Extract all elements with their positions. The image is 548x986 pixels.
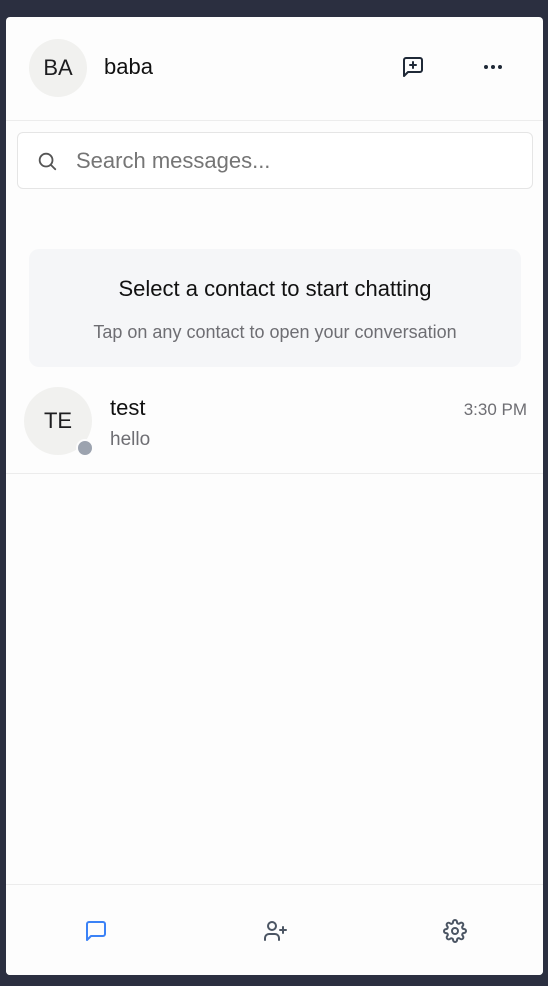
contact-list-item[interactable]: TE test 3:30 PM hello bbox=[6, 377, 543, 474]
search-icon bbox=[38, 152, 57, 171]
message-timestamp: 3:30 PM bbox=[463, 400, 527, 419]
gear-icon bbox=[443, 919, 467, 943]
new-message-button[interactable] bbox=[399, 53, 427, 81]
bottom-navigation bbox=[6, 884, 543, 975]
sidebar-header: BA baba bbox=[6, 17, 543, 121]
contact-initials: TE bbox=[43, 408, 73, 433]
search-input[interactable] bbox=[76, 141, 516, 181]
chat-bubble-icon bbox=[86, 921, 106, 941]
chat-app-window: BA baba Select a contact to start bbox=[6, 17, 543, 975]
nav-add-contact-button[interactable] bbox=[262, 917, 290, 945]
avatar-initials: BA bbox=[43, 55, 73, 80]
more-horizontal-icon bbox=[484, 65, 502, 69]
empty-state-title: Select a contact to start chatting bbox=[118, 276, 432, 301]
more-options-button[interactable] bbox=[479, 53, 507, 81]
message-plus-icon bbox=[403, 57, 423, 77]
avatar[interactable]: BA bbox=[29, 39, 87, 97]
user-plus-icon bbox=[264, 921, 287, 941]
search-box bbox=[17, 132, 533, 189]
empty-state-card: Select a contact to start chatting Tap o… bbox=[29, 249, 521, 367]
nav-chats-button[interactable] bbox=[82, 917, 110, 945]
profile-name: baba bbox=[104, 54, 153, 79]
last-message-preview: hello bbox=[110, 429, 151, 450]
status-indicator bbox=[76, 439, 94, 457]
contact-name: test bbox=[110, 395, 146, 420]
nav-settings-button[interactable] bbox=[441, 917, 469, 945]
empty-state-subtitle: Tap on any contact to open your conversa… bbox=[93, 322, 457, 342]
